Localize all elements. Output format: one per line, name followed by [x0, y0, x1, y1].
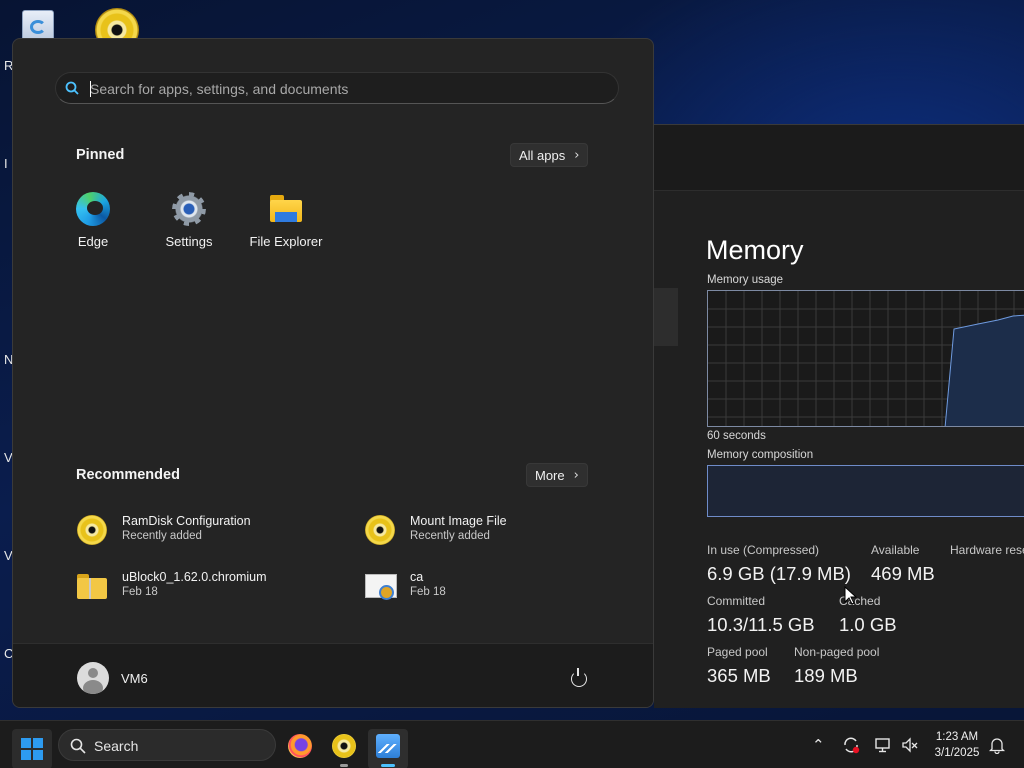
recommended-item[interactable]: uBlock0_1.62.0.chromium Feb 18 [77, 567, 347, 607]
recommended-item-sub: Recently added [410, 530, 490, 542]
available-label: Available [871, 543, 920, 557]
pinned-heading: Pinned [76, 147, 125, 163]
running-indicator [340, 764, 348, 767]
memory-usage-label: Memory usage [707, 274, 784, 286]
edge-icon [76, 192, 110, 226]
taskbar: Search ⌃ 1:23 AM 3/1/2025 [0, 720, 1024, 768]
start-footer: VM6 [13, 643, 653, 707]
sync-icon [844, 737, 860, 754]
folder-icon [269, 192, 303, 226]
task-manager-nav-selected[interactable] [654, 288, 678, 346]
start-button[interactable] [12, 729, 52, 768]
network-icon [875, 738, 890, 753]
start-search-input[interactable] [90, 79, 590, 99]
taskbar-app-task-manager[interactable] [368, 729, 408, 768]
tray-sync[interactable] [842, 721, 860, 768]
text-caret [90, 81, 91, 97]
memory-heading: Memory [706, 235, 804, 265]
disc-icon [77, 515, 107, 545]
pinned-app-settings[interactable]: Settings [149, 192, 229, 249]
task-manager-window[interactable]: Memory Memory usage 60 seconds Memory co [654, 124, 1024, 708]
notifications-button[interactable] [988, 721, 1006, 768]
recommended-item[interactable]: Mount Image File Recently added [365, 511, 635, 551]
clock-date: 3/1/2025 [934, 747, 980, 759]
hardware-reserved-label: Hardware rese [950, 543, 1024, 557]
all-apps-button[interactable]: All apps › [510, 143, 589, 167]
recommended-item-name: ca [410, 570, 424, 584]
in-use-value: 6.9 GB (17.9 MB) [707, 563, 851, 584]
pinned-app-edge[interactable]: Edge [53, 192, 133, 249]
windows-logo-tile [33, 750, 43, 760]
windows-logo-tile [21, 750, 31, 760]
pinned-app-label: File Explorer [249, 234, 323, 249]
recommended-item-name: RamDisk Configuration [122, 514, 251, 528]
desktop-label-fragment: I [4, 156, 8, 171]
non-paged-pool-value: 189 MB [794, 665, 858, 686]
recommended-item[interactable]: ca Feb 18 [365, 567, 635, 607]
pinned-app-label: Settings [165, 234, 213, 249]
taskbar-search-label: Search [94, 738, 139, 754]
more-button[interactable]: More › [526, 463, 588, 487]
chevron-up-icon: ⌃ [812, 736, 825, 754]
committed-label: Committed [707, 594, 766, 608]
gear-icon [172, 192, 206, 226]
windows-logo-tile [21, 738, 31, 748]
pinned-app-label: Edge [77, 234, 109, 249]
non-paged-pool-label: Non-paged pool [794, 645, 880, 659]
recycle-symbol [30, 20, 46, 34]
disc-icon [365, 515, 395, 545]
tray-network[interactable] [874, 721, 892, 768]
search-icon [65, 81, 79, 95]
cached-value: 1.0 GB [839, 614, 897, 635]
zip-folder-icon [77, 571, 107, 601]
avatar[interactable] [77, 662, 109, 694]
paged-pool-value: 365 MB [707, 665, 771, 686]
all-apps-label: All apps [519, 147, 566, 163]
volume-muted-icon [902, 737, 918, 753]
memory-usage-graph [707, 290, 1024, 427]
more-label: More [535, 467, 565, 483]
disc-icon [332, 734, 356, 758]
recommended-item-name: uBlock0_1.62.0.chromium [122, 570, 267, 584]
graph-time-label: 60 seconds [707, 430, 766, 442]
certificate-icon [365, 571, 397, 601]
memory-composition-label: Memory composition [707, 449, 814, 461]
recommended-item-sub: Feb 18 [122, 586, 158, 598]
recommended-item[interactable]: RamDisk Configuration Recently added [77, 511, 347, 551]
pinned-app-file-explorer[interactable]: File Explorer [246, 192, 326, 249]
search-icon [70, 738, 86, 754]
in-use-label: In use (Compressed) [707, 543, 820, 557]
windows-logo-tile [33, 738, 43, 748]
chevron-right-icon: › [573, 467, 579, 483]
memory-composition-bar [707, 465, 1024, 517]
memory-graph-svg [708, 291, 1024, 426]
committed-value: 10.3/11.5 GB [707, 614, 815, 635]
active-indicator [381, 764, 395, 767]
power-icon[interactable] [571, 668, 587, 687]
start-menu[interactable]: Pinned All apps › Edge Settings File Exp… [12, 38, 654, 708]
taskbar-search[interactable]: Search [58, 729, 276, 761]
recommended-item-sub: Recently added [122, 530, 202, 542]
firefox-icon [288, 734, 312, 758]
available-value: 469 MB [871, 563, 935, 584]
task-manager-titlebar[interactable] [654, 125, 1024, 191]
taskbar-app-firefox[interactable] [280, 729, 320, 768]
taskbar-app-disc[interactable] [324, 729, 364, 768]
recommended-heading: Recommended [76, 467, 180, 483]
user-name[interactable]: VM6 [121, 671, 148, 686]
tray-volume[interactable] [901, 721, 919, 768]
recommended-item-name: Mount Image File [410, 514, 507, 528]
bell-icon [988, 738, 1006, 754]
start-search-box[interactable] [55, 72, 619, 104]
system-clock[interactable]: 1:23 AM 3/1/2025 [922, 729, 992, 761]
recommended-item-sub: Feb 18 [410, 586, 446, 598]
tray-overflow-button[interactable]: ⌃ [812, 721, 825, 768]
mouse-cursor-icon [844, 586, 858, 605]
clock-time: 1:23 AM [935, 731, 979, 743]
task-manager-icon [376, 734, 400, 758]
memory-usage-area [944, 314, 1024, 426]
paged-pool-label: Paged pool [707, 645, 768, 659]
chevron-right-icon: › [574, 147, 580, 163]
